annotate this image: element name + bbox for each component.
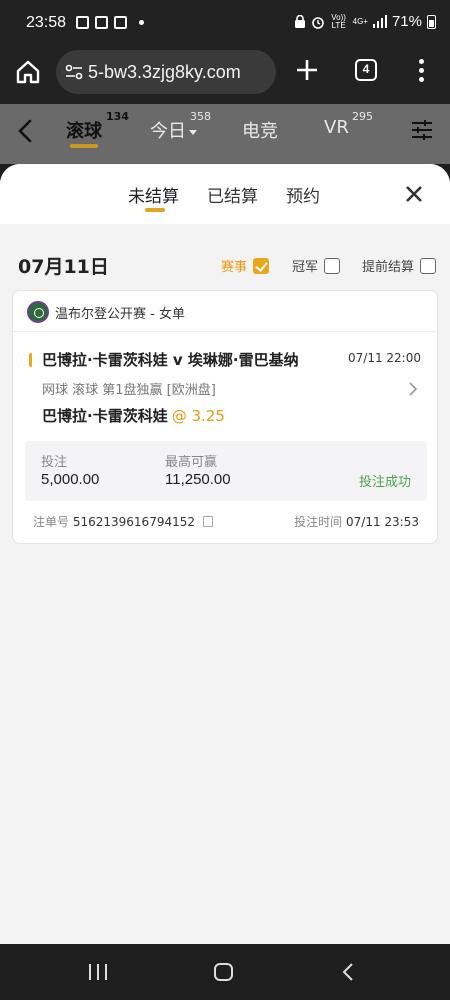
bet-time-label: 投注时间: [294, 515, 343, 529]
volte-indicator: Vo)) LTE: [331, 12, 346, 30]
battery-percent: 71%: [391, 13, 422, 30]
sheet-header: 未结算 已结算 预约: [0, 164, 450, 224]
alarm-icon: [311, 16, 324, 29]
address-bar[interactable]: 5-bw3.3zjg8ky.com: [56, 50, 276, 94]
chevron-right-icon[interactable]: [407, 381, 419, 397]
selection-name: 巴博拉·卡雷茨科娃: [42, 407, 168, 425]
filter-events[interactable]: 赛事: [221, 256, 270, 275]
bet-card[interactable]: 温布尔登公开赛 - 女单 巴博拉·卡雷茨科娃 v 埃琳娜·雷巴基纳 07/11 …: [12, 290, 438, 544]
stake-value: 5,000.00: [41, 471, 100, 488]
stake-label: 投注: [41, 455, 68, 470]
max-win-value: 11,250.00: [165, 471, 231, 488]
max-win-label: 最高可赢: [165, 455, 218, 470]
tab-today-label: 今日: [150, 121, 186, 142]
recents-icon[interactable]: [89, 964, 107, 980]
league-name: 温布尔登公开赛 - 女单: [55, 306, 185, 322]
filter-champion-checkbox[interactable]: [324, 257, 341, 274]
order-number: 注单号 5162139616794152: [33, 513, 213, 530]
selection-odds: @ 3.25: [171, 407, 225, 425]
match-name: 巴博拉·卡雷茨科娃 v 埃琳娜·雷巴基纳: [42, 351, 299, 369]
lock-icon: [294, 14, 305, 28]
filter-settings-icon[interactable]: [410, 118, 434, 142]
browser-toolbar: 5-bw3.3zjg8ky.com 4: [0, 46, 450, 104]
tab-reserved[interactable]: 预约: [286, 182, 320, 207]
tab-live-count: 134: [106, 110, 129, 123]
match-time: 07/11 22:00: [348, 351, 421, 365]
battery-icon: [427, 14, 436, 29]
tab-today-count: 358: [190, 110, 211, 123]
league-header: 温布尔登公开赛 - 女单: [27, 301, 185, 323]
copy-icon[interactable]: [202, 516, 213, 527]
system-navigation-bar: [0, 944, 450, 1000]
date-filter-row: 07月11日 赛事 冠军 提前结算: [0, 244, 450, 284]
tab-live[interactable]: 滚球 134: [66, 110, 129, 143]
home-nav-icon[interactable]: [214, 963, 233, 981]
chevron-down-icon: [189, 129, 197, 135]
stake-summary: 投注 5,000.00 最高可赢 11,250.00 投注成功: [25, 441, 427, 501]
url-text: 5-bw3.3zjg8ky.com: [88, 62, 241, 82]
status-bar: 23:58 Vo)) LTE 4G+ 71%: [0, 0, 450, 46]
tab-live-label: 滚球: [66, 121, 102, 142]
tab-unsettled[interactable]: 未结算: [128, 182, 179, 207]
divider: [13, 331, 437, 332]
filter-champion-label: 冠军: [292, 260, 319, 275]
signal-icon: [372, 15, 387, 28]
more-notifications-icon: [139, 20, 144, 25]
back-arrow-icon[interactable]: [14, 118, 38, 144]
market-info: 网球 滚球 第1盘独赢 [欧洲盘]: [42, 383, 216, 398]
date-heading: 07月11日: [18, 256, 109, 278]
clipboard-notification-icon: [95, 16, 108, 29]
sheet-tab-indicator: [145, 208, 165, 212]
bet-time-value: 07/11 23:53: [346, 515, 419, 529]
notification-icons: [76, 16, 144, 29]
browser-menu-icon[interactable]: [414, 56, 428, 84]
tab-esports[interactable]: 电竞: [242, 117, 278, 143]
bet-footer: 注单号 5162139616794152 投注时间 07/11 23:53: [33, 513, 419, 531]
filter-cashout-checkbox[interactable]: [420, 257, 437, 274]
tab-switcher-button[interactable]: 4: [355, 59, 377, 81]
tab-vr[interactable]: VR 295: [324, 110, 373, 138]
filter-events-label: 赛事: [221, 260, 248, 275]
filter-cashout[interactable]: 提前结算: [362, 256, 437, 275]
system-indicators: Vo)) LTE 4G+ 71%: [294, 13, 436, 30]
tab-esports-label: 电竞: [242, 121, 278, 142]
tab-vr-label: VR: [324, 117, 349, 138]
image-notification-icon: [114, 16, 127, 29]
tab-vr-count: 295: [352, 110, 373, 123]
sports-category-nav: 滚球 134 今日 358 电竞 VR 295: [0, 104, 450, 164]
tab-settled[interactable]: 已结算: [207, 182, 258, 207]
filter-champion[interactable]: 冠军: [292, 256, 341, 275]
back-nav-icon[interactable]: [340, 962, 356, 982]
network-type-indicator: 4G+: [352, 16, 368, 26]
tab-today[interactable]: 今日 358: [150, 110, 211, 143]
match-marker: [29, 353, 32, 367]
bet-status: 投注成功: [358, 475, 411, 490]
close-icon[interactable]: [402, 182, 426, 206]
site-settings-icon[interactable]: [64, 62, 84, 82]
clock: 23:58: [26, 14, 67, 31]
active-tab-indicator: [70, 144, 98, 148]
home-icon[interactable]: [14, 58, 42, 86]
wimbledon-logo-icon: [27, 301, 49, 323]
filter-cashout-label: 提前结算: [362, 260, 415, 275]
order-label: 注单号: [33, 515, 70, 529]
new-tab-icon[interactable]: [293, 56, 321, 84]
selection: 巴博拉·卡雷茨科娃 @ 3.25: [42, 405, 225, 426]
bet-time: 投注时间 07/11 23:53: [294, 513, 419, 530]
filter-events-checkbox[interactable]: [253, 257, 270, 274]
order-value: 5162139616794152: [72, 515, 195, 529]
bet-records-sheet: 未结算 已结算 预约 07月11日 赛事 冠军 提前结算 温布尔登公开赛 - 女…: [0, 164, 450, 944]
shield-notification-icon: [76, 16, 89, 29]
